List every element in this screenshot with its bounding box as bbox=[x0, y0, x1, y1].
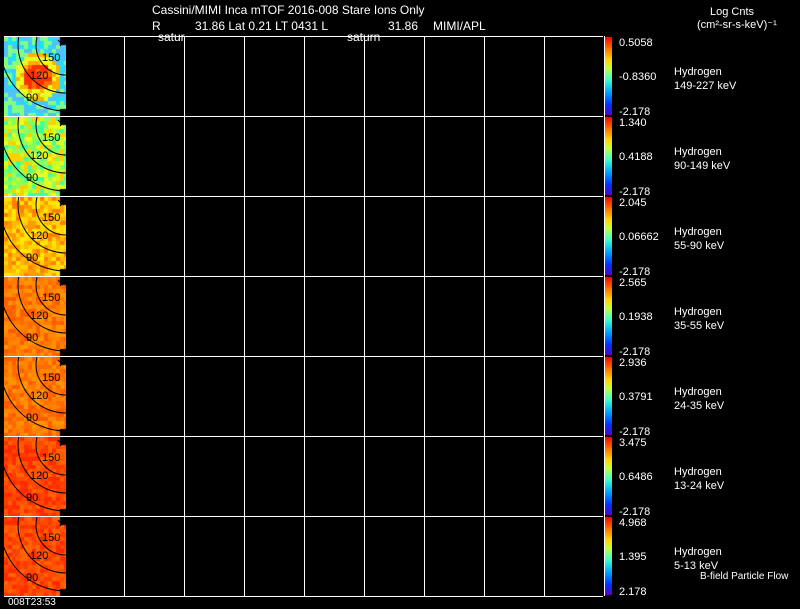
contour-line bbox=[17, 117, 66, 174]
contour-label: 150 bbox=[42, 292, 61, 304]
contour-line bbox=[17, 357, 66, 414]
colorbar-mid-value: 0.4188 bbox=[619, 151, 653, 163]
contour-label: 90 bbox=[26, 332, 39, 344]
colorbar-max-value: 1.340 bbox=[619, 117, 647, 129]
bfield-arrow-icon bbox=[57, 359, 63, 367]
species-label: Hydrogen bbox=[674, 546, 722, 558]
bfield-arrow-icon bbox=[57, 119, 63, 127]
contour-label: 90 bbox=[26, 412, 39, 424]
colorbar-mid-value: 0.3791 bbox=[619, 391, 653, 403]
colorbar-mid-value: 0.6486 bbox=[619, 471, 653, 483]
bfield-arrow-icon bbox=[57, 279, 63, 287]
colorbar bbox=[605, 277, 612, 355]
contour-label: 150 bbox=[42, 132, 61, 144]
contour-label: 90 bbox=[26, 172, 39, 184]
colorbar-mid-value: -0.8360 bbox=[619, 71, 657, 83]
bfield-legend-note: B-field Particle Flow bbox=[700, 571, 789, 582]
contour-line bbox=[17, 197, 66, 254]
contour-label: 90 bbox=[26, 572, 39, 584]
bfield-arrow-icon bbox=[57, 439, 63, 447]
contour-label: 150 bbox=[42, 372, 61, 384]
species-label: Hydrogen bbox=[674, 466, 722, 478]
energy-range-label: 24-35 keV bbox=[674, 400, 725, 412]
bfield-arrow-icon bbox=[57, 199, 63, 207]
colorbar bbox=[605, 437, 612, 515]
contour-label: 150 bbox=[42, 532, 61, 544]
bfield-arrow-icon bbox=[57, 39, 63, 47]
contour-line bbox=[17, 517, 66, 574]
colorbar-mid-value: 1.395 bbox=[619, 551, 647, 563]
flux-image-panel: 150 120 90 bbox=[4, 357, 66, 436]
energy-range-label: 13-24 keV bbox=[674, 480, 725, 492]
bfield-arrow-icon bbox=[57, 519, 63, 527]
contour-line bbox=[17, 37, 66, 94]
colorbar-mid-value: 0.06662 bbox=[619, 231, 659, 243]
colorbar-min-value: 2.178 bbox=[619, 586, 647, 598]
species-label: Hydrogen bbox=[674, 386, 722, 398]
colorbar bbox=[605, 517, 612, 595]
flux-image-panel: 150 120 90 bbox=[4, 517, 66, 596]
contour-line bbox=[17, 277, 66, 334]
contour-label: 150 bbox=[42, 52, 61, 64]
colorbar bbox=[605, 117, 612, 195]
contour-label: 120 bbox=[30, 70, 49, 82]
colorbar-mid-value: 0.1938 bbox=[619, 311, 653, 323]
contour-label: 90 bbox=[26, 492, 39, 504]
energy-range-label: 35-55 keV bbox=[674, 320, 725, 332]
species-label: Hydrogen bbox=[674, 146, 722, 158]
colorbar-max-value: 4.968 bbox=[619, 517, 647, 529]
colorbar bbox=[605, 357, 612, 435]
colorbar-max-value: 2.565 bbox=[619, 277, 647, 289]
flux-image-panel: 150 120 90 bbox=[4, 117, 66, 196]
contour-label: 120 bbox=[30, 230, 49, 242]
contour-label: 120 bbox=[30, 310, 49, 322]
contour-label: 120 bbox=[30, 550, 49, 562]
timestamp-label: 008T23:53 bbox=[8, 597, 56, 608]
energy-range-label: 90-149 keV bbox=[674, 160, 731, 172]
contour-label: 90 bbox=[26, 252, 39, 264]
energy-range-label: 149-227 keV bbox=[674, 80, 737, 92]
contour-label: 120 bbox=[30, 470, 49, 482]
colorbar bbox=[605, 37, 612, 115]
species-label: Hydrogen bbox=[674, 306, 722, 318]
contour-label: 90 bbox=[26, 92, 39, 104]
flux-image-panel: 150 120 90 bbox=[4, 37, 66, 116]
flux-image-panel: 150 120 90 bbox=[4, 197, 66, 276]
flux-image-panel: 150 120 90 bbox=[4, 437, 66, 516]
colorbar-max-value: 0.5058 bbox=[619, 37, 653, 49]
colorbar bbox=[605, 197, 612, 275]
contour-label: 120 bbox=[30, 390, 49, 402]
species-label: Hydrogen bbox=[674, 66, 722, 78]
flux-image-panel: 150 120 90 bbox=[4, 277, 66, 356]
contour-label: 150 bbox=[42, 212, 61, 224]
species-label: Hydrogen bbox=[674, 226, 722, 238]
energy-range-label: 55-90 keV bbox=[674, 240, 725, 252]
contour-label: 150 bbox=[42, 452, 61, 464]
colorbar-max-value: 2.936 bbox=[619, 357, 647, 369]
colorbar-max-value: 3.475 bbox=[619, 437, 647, 449]
contour-label: 120 bbox=[30, 150, 49, 162]
colorbar-max-value: 2.045 bbox=[619, 197, 647, 209]
contour-line bbox=[17, 437, 66, 494]
